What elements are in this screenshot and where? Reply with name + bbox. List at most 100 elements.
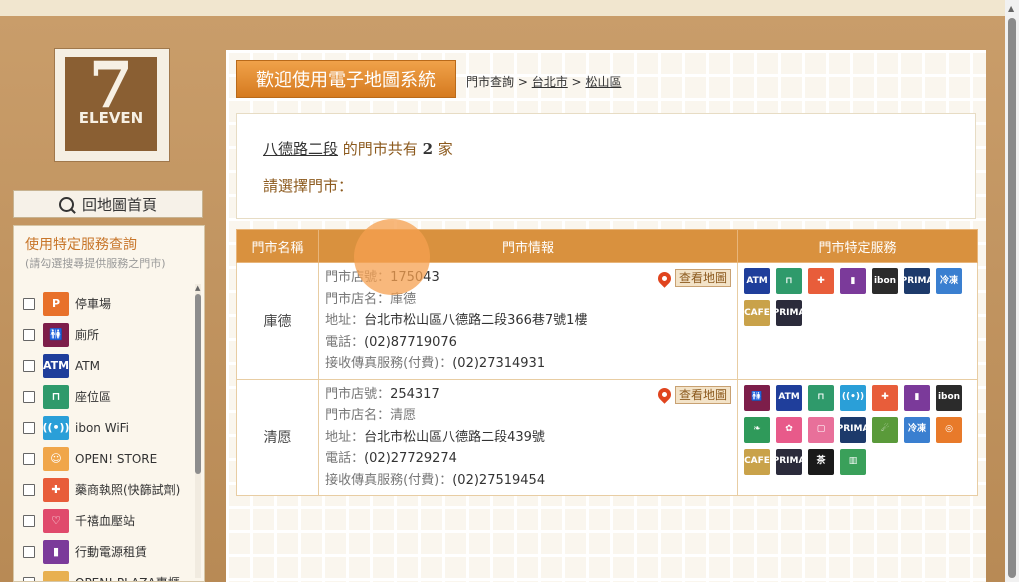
store-name-cell[interactable]: 清愿 xyxy=(235,378,320,496)
service-checkbox[interactable] xyxy=(23,421,35,434)
view-map-button[interactable]: 查看地圖 xyxy=(675,269,732,287)
store-id-label: 門市店號： xyxy=(325,386,391,402)
service-label: 藥商執照(快篩試劑) xyxy=(75,483,181,497)
main-panel: 歡迎使用電子地圖系統 門市查詢 > 台北市 > 松山區 八德路二段 的門市共有 … xyxy=(226,50,986,582)
open-plaza-icon: ▭ xyxy=(43,570,69,581)
service-checkbox[interactable] xyxy=(23,390,35,403)
atm-icon: ATM xyxy=(43,353,69,378)
cake-icon: ◎ xyxy=(936,416,963,443)
service-filter-item[interactable]: P 停車場 xyxy=(20,288,198,319)
store-services-cell: ATM ⊓ ✚ ▮ ibon PRIMA 冷凍 CAFE PRIMA xyxy=(737,262,978,380)
service-checkbox[interactable] xyxy=(23,483,35,496)
power-bank-icon: ▮ xyxy=(840,268,867,294)
power-bank-icon: ▮ xyxy=(904,384,931,411)
power-bank-icon: ▮ xyxy=(43,539,69,564)
store-name-cell[interactable]: 庫德 xyxy=(235,262,320,380)
store-id: 175043 xyxy=(390,270,440,285)
top-strip xyxy=(0,0,1005,16)
seating-icon: ⊓ xyxy=(43,384,69,409)
service-label: OPEN! STORE xyxy=(75,451,158,466)
search-icon xyxy=(58,196,74,212)
atm-icon: ATM xyxy=(776,384,803,411)
service-list-scrollbar[interactable]: ▲ xyxy=(195,284,201,578)
cold-chain-icon: 冷凍 xyxy=(936,268,963,294)
breadcrumb-district-link[interactable]: 松山區 xyxy=(585,75,621,89)
service-icon-list: ATM ⊓ ✚ ▮ ibon PRIMA 冷凍 CAFE PRIMA xyxy=(744,268,971,326)
breadcrumb-city-link[interactable]: 台北市 xyxy=(532,75,568,89)
back-to-map-home-button[interactable]: 回地圖首頁 xyxy=(13,190,203,218)
parking-icon: P xyxy=(43,291,69,316)
service-icon-list: 🚻 ATM ⊓ ((•)) ✚ ▮ ibon ❧ ✿ ▢ PRIMA ☄ 冷凍 ◎ CAFE PRIMA 茶 ▥ xyxy=(744,384,971,475)
seating-icon: ⊓ xyxy=(776,268,803,294)
address-label: 地址： xyxy=(325,429,365,445)
store-phone: (02)27729274 xyxy=(364,451,457,466)
service-filter-item[interactable]: ((•)) ibon WiFi xyxy=(20,412,198,443)
logo-eleven: ELEVEN xyxy=(78,109,144,127)
service-filter-item[interactable]: 🚻 廁所 xyxy=(20,319,198,350)
store-address: 台北市松山區八德路二段439號 xyxy=(364,429,545,445)
service-checkbox[interactable] xyxy=(23,514,35,527)
address-label: 地址： xyxy=(325,313,365,328)
store-address: 台北市松山區八德路二段366巷7號1樓 xyxy=(364,313,588,328)
seating-icon: ⊓ xyxy=(808,384,835,411)
seven-eleven-logo[interactable]: 7 ELEVEN xyxy=(65,54,157,151)
service-filter-item[interactable]: ♡ 千禧血壓站 xyxy=(20,505,198,536)
service-filter-item[interactable]: ATM ATM xyxy=(20,350,198,381)
scroll-up-arrow-icon[interactable]: ▲ xyxy=(195,284,200,292)
tea-icon: 茶 xyxy=(808,448,835,475)
table-row: 庫德 查看地圖 門市店號：175043 門市店名：庫德 地址：台北市松山區八德路二段36… xyxy=(235,262,978,380)
table-row: 清愿 查看地圖 門市店號：254317 門市店名：清愿 地址：台北市松山區八德路二段43… xyxy=(235,378,978,496)
city-prima-cafe-icon: PRIMA xyxy=(773,300,805,326)
view-map-button[interactable]: 查看地圖 xyxy=(675,385,732,404)
service-checkbox[interactable] xyxy=(23,297,35,310)
service-checkbox[interactable] xyxy=(23,576,35,581)
store-name-label: 門市店名： xyxy=(325,408,391,423)
wifi-icon: ((•)) xyxy=(840,384,867,411)
service-filter-item[interactable]: ✚ 藥商執照(快篩試劑) xyxy=(20,474,198,505)
service-checkbox[interactable] xyxy=(23,328,35,341)
result-summary-box: 八德路二段 的門市共有 2 家 請選擇門市： xyxy=(236,113,976,219)
welcome-banner: 歡迎使用電子地圖系統 xyxy=(236,60,456,98)
store-name-label: 門市店名： xyxy=(325,291,391,307)
snack-icon: ✿ xyxy=(776,416,803,443)
col-header-store-services: 門市特定服務 xyxy=(737,229,978,263)
scroll-up-arrow-icon[interactable]: ▲ xyxy=(1008,4,1014,13)
store-info-cell: 查看地圖 門市店號：254317 門市店名：清愿 地址：台北市松山區八德路二段439號… xyxy=(318,378,739,496)
store-phone: (02)87719076 xyxy=(364,334,457,350)
service-label: OPEN! PLAZA專櫃 xyxy=(75,574,180,581)
service-label: 廁所 xyxy=(75,328,100,342)
home-button-label: 回地圖首頁 xyxy=(81,195,157,214)
map-pin-icon xyxy=(655,385,674,404)
page-scrollbar[interactable]: ▲ xyxy=(1005,0,1019,582)
toilet-icon: 🚻 xyxy=(744,384,771,411)
page-scroll-thumb[interactable] xyxy=(1008,18,1016,578)
service-checkbox[interactable] xyxy=(23,452,35,465)
city-prima-icon: PRIMA xyxy=(837,416,869,443)
service-filter-item[interactable]: ▮ 行動電源租賃 xyxy=(20,536,198,567)
city-cafe-icon: CAFE xyxy=(744,300,771,326)
service-checkbox[interactable] xyxy=(23,359,35,372)
view-map-link[interactable]: 查看地圖 xyxy=(655,385,732,404)
fax-label: 接收傳真服務(付費)： xyxy=(325,472,453,488)
view-map-link[interactable]: 查看地圖 xyxy=(655,268,732,288)
atm-icon: ATM xyxy=(744,268,771,294)
service-filter-item[interactable]: ☺ OPEN! STORE xyxy=(20,443,198,474)
service-label: 行動電源租賃 xyxy=(75,545,148,559)
blood-pressure-icon: ♡ xyxy=(43,508,69,533)
service-filter-subtitle: (請勾選搜尋提供服務之門市) xyxy=(25,257,166,270)
fax-label: 接收傳真服務(付費)： xyxy=(325,356,453,371)
road-name-link[interactable]: 八德路二段 xyxy=(263,140,338,158)
service-filter-panel: 使用特定服務查詢 (請勾選搜尋提供服務之門市) P 停車場 🚻 廁所 ATM ATM ⊓ 座位… xyxy=(13,225,205,582)
service-filter-item[interactable]: ▭ OPEN! PLAZA專櫃 xyxy=(20,567,198,581)
service-label: 千禧血壓站 xyxy=(75,514,136,528)
service-label: 停車場 xyxy=(75,297,112,311)
store-name-value: 庫德 xyxy=(390,291,417,307)
breadcrumb: 門市查詢 > 台北市 > 松山區 xyxy=(466,73,621,98)
phone-label: 電話： xyxy=(325,451,365,466)
store-name-value: 清愿 xyxy=(390,408,417,423)
service-list-scroll-thumb[interactable] xyxy=(195,294,201,474)
service-filter-item[interactable]: ⊓ 座位區 xyxy=(20,381,198,412)
city-cafe-icon: CAFE xyxy=(744,448,771,475)
service-checkbox[interactable] xyxy=(23,545,35,558)
coupon-icon: ▥ xyxy=(840,448,867,475)
